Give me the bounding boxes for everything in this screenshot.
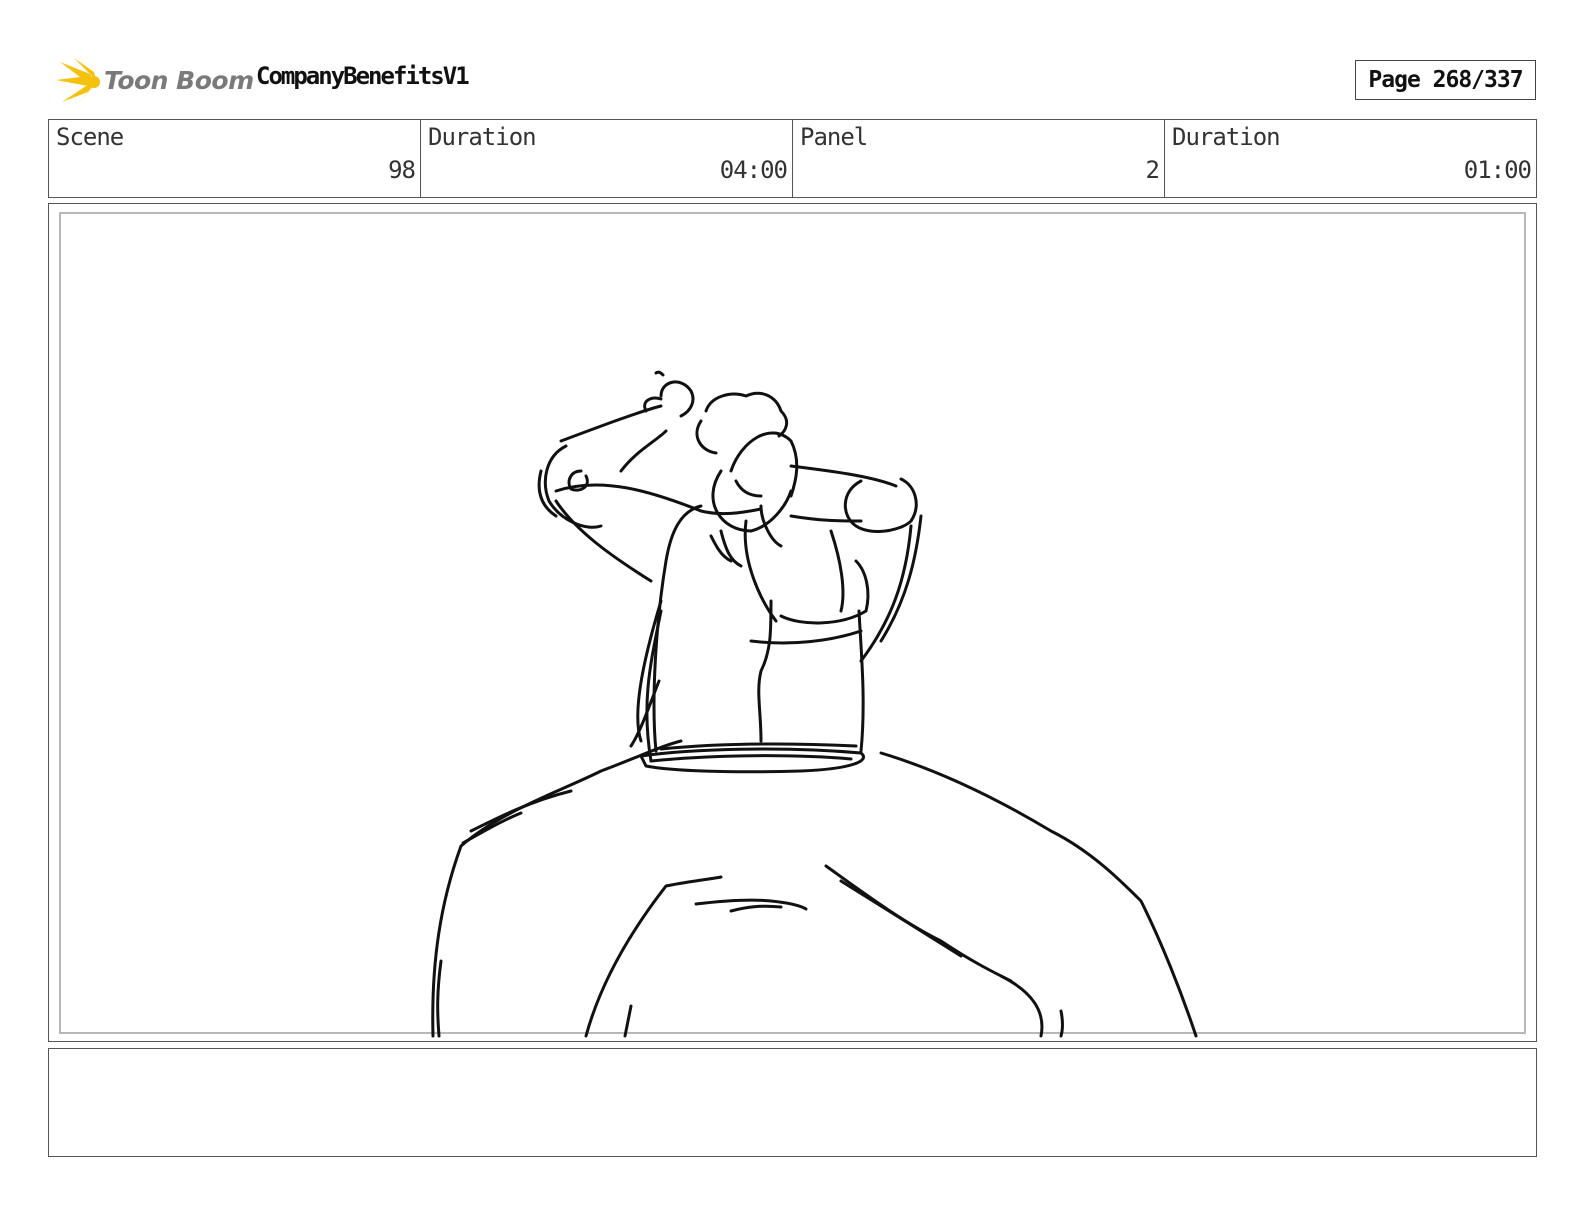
scene-duration-label: Duration [428,123,537,151]
scene-info-row: Scene 98 Duration 04:00 Panel 2 Duration… [48,119,1537,198]
logo-text: Toon Boom [104,66,254,95]
scene-label: Scene [56,123,124,151]
panel-duration-value: 01:00 [1463,156,1532,184]
panel-cell: Panel 2 [793,120,1165,197]
character-sketch-image [431,370,1198,1038]
scene-duration-value: 04:00 [719,156,788,184]
panel-value: 2 [1145,156,1160,184]
panel-label: Panel [800,123,868,151]
scene-duration-cell: Duration 04:00 [421,120,793,197]
scene-cell: Scene 98 [49,120,421,197]
panel-notes-box [48,1048,1537,1157]
panel-duration-label: Duration [1172,123,1281,151]
page-indicator: Page 268/337 [1355,60,1536,100]
panel-duration-cell: Duration 01:00 [1165,120,1536,197]
project-title: CompanyBenefitsV1 [256,62,470,90]
storyboard-panel [48,203,1537,1042]
scene-value: 98 [388,156,416,184]
